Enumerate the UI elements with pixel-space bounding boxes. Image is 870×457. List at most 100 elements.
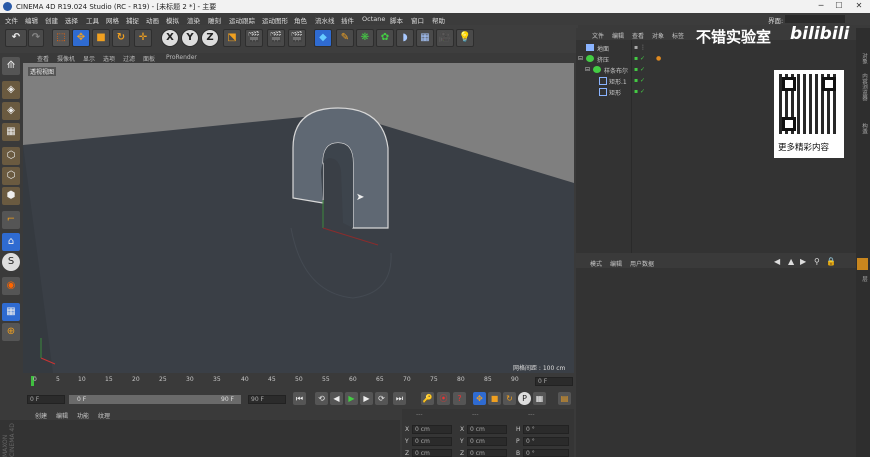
minimize-button[interactable]: ─	[812, 1, 830, 12]
forward-arrow-icon[interactable]: ▶	[800, 257, 806, 266]
menu-tools[interactable]: 工具	[86, 15, 99, 25]
cube-primitive-icon[interactable]: ◆	[314, 29, 332, 47]
timeline[interactable]: 0 5 10 15 20 25 30 35 40 45 50 55 60 65 …	[23, 374, 575, 390]
size-y-field[interactable]: 0 cm	[467, 437, 507, 446]
rotation-p-field[interactable]: 0 °	[523, 437, 569, 446]
viewport-menu-cameras[interactable]: 摄像机	[57, 54, 75, 63]
play-icon[interactable]: ▶	[345, 392, 358, 405]
move-tool-icon[interactable]: ✥	[72, 29, 90, 47]
key-scale-icon[interactable]: ■	[488, 392, 501, 405]
side-tab-layers[interactable]: 层	[858, 276, 868, 282]
back-arrow-icon[interactable]: ◀	[774, 257, 780, 266]
rotation-b-field[interactable]: 0 °	[523, 449, 569, 457]
key-pla-icon[interactable]: ▦	[533, 392, 546, 405]
floor-icon[interactable]: ▦	[416, 29, 434, 47]
om-menu-objects[interactable]: 对象	[652, 31, 664, 40]
key-position-icon[interactable]: ✥	[473, 392, 486, 405]
current-frame-field[interactable]: 0 F	[535, 377, 573, 386]
workplane-icon[interactable]: ▦	[2, 123, 20, 141]
attr-menu-user-data[interactable]: 用户数据	[630, 259, 654, 268]
mat-menu-edit[interactable]: 编辑	[56, 411, 68, 420]
object-row-rectangle-1[interactable]: 矩形.1 ▪ ✓	[576, 77, 751, 86]
object-row-rectangle[interactable]: 矩形 ▪ ✓	[576, 88, 751, 97]
timeline-window-icon[interactable]: ▤	[558, 392, 571, 405]
make-editable-icon[interactable]: ⟰	[2, 57, 20, 75]
menu-file[interactable]: 文件	[5, 15, 18, 25]
x-axis-lock[interactable]: X	[161, 29, 179, 47]
rotation-h-field[interactable]: 0 °	[523, 425, 569, 434]
key-parameter-icon[interactable]: P	[518, 392, 531, 405]
expand-icon[interactable]: ⊟	[585, 66, 590, 73]
om-menu-tags[interactable]: 标签	[672, 31, 684, 40]
array-generator-icon[interactable]: ✿	[376, 29, 394, 47]
menu-animate[interactable]: 动画	[146, 15, 159, 25]
model-mode-icon[interactable]: ◈	[2, 81, 20, 99]
menu-edit[interactable]: 编辑	[25, 15, 38, 25]
recent-tools-icon[interactable]: ✛	[134, 29, 152, 47]
grid-icon[interactable]: ▦	[2, 303, 20, 321]
y-axis-lock[interactable]: Y	[181, 29, 199, 47]
mat-menu-function[interactable]: 功能	[77, 411, 89, 420]
menu-select[interactable]: 选择	[65, 15, 78, 25]
autokey-icon[interactable]: ?	[453, 392, 466, 405]
search-icon[interactable]: ⚲	[814, 257, 820, 266]
tweak-mode-icon[interactable]: ⌂	[2, 233, 20, 251]
menu-character[interactable]: 角色	[294, 15, 307, 25]
render-view-icon[interactable]: 🎬	[245, 29, 263, 47]
menu-plugins[interactable]: 插件	[341, 15, 354, 25]
render-picture-viewer-icon[interactable]: 🎬	[267, 29, 285, 47]
end-frame-field[interactable]: 90 F	[248, 395, 286, 404]
menu-snap[interactable]: 捕捉	[126, 15, 139, 25]
position-x-field[interactable]: 0 cm	[412, 425, 452, 434]
menu-pipeline[interactable]: 流水线	[315, 15, 335, 25]
close-button[interactable]: ✕	[850, 1, 868, 12]
side-tab-objects[interactable]: 对象	[858, 53, 868, 64]
expand-icon[interactable]: ⊟	[578, 55, 583, 62]
live-select-icon[interactable]: ⬚	[52, 29, 70, 47]
material-tag-icon[interactable]: ●	[656, 55, 661, 62]
menu-mograph[interactable]: 运动图形	[262, 15, 288, 25]
visibility-icon[interactable]: ▪ ✓	[634, 55, 645, 62]
camera-icon[interactable]: 🎥	[436, 29, 454, 47]
menu-window[interactable]: 窗口	[411, 15, 424, 25]
viewport-menu-filter[interactable]: 过滤	[123, 54, 135, 63]
menu-render[interactable]: 渲染	[187, 15, 200, 25]
start-frame-field[interactable]: 0 F	[27, 395, 65, 404]
size-x-field[interactable]: 0 cm	[467, 425, 507, 434]
visibility-icon[interactable]: ▪ ✓	[634, 77, 645, 84]
coordinate-system-icon[interactable]: ⬔	[223, 29, 241, 47]
attr-menu-edit[interactable]: 编辑	[610, 259, 622, 268]
keyframe-selection-icon[interactable]: 🔑	[421, 392, 434, 405]
object-row-extrude[interactable]: ⊟ 挤压 ▪ ✓ ●	[576, 55, 751, 64]
axis-mode-icon[interactable]: ⌐	[2, 211, 20, 229]
menu-create[interactable]: 创建	[45, 15, 58, 25]
object-row-spline-boole[interactable]: ⊟ 样条布尔 ▪ ✓	[576, 66, 751, 75]
light-icon[interactable]: 💡	[456, 29, 474, 47]
deformer-icon[interactable]: ◗	[396, 29, 414, 47]
menu-sculpt[interactable]: 雕刻	[208, 15, 221, 25]
menu-script[interactable]: 脚本	[390, 15, 403, 25]
magnet-icon[interactable]: ◉	[2, 277, 20, 295]
om-menu-edit[interactable]: 编辑	[612, 31, 624, 40]
viewport-menu-panel[interactable]: 面板	[143, 54, 155, 63]
menu-octane[interactable]: Octane	[362, 15, 385, 23]
key-rotation-icon[interactable]: ↻	[503, 392, 516, 405]
om-menu-view[interactable]: 查看	[632, 31, 644, 40]
perspective-viewport[interactable]: 查看 摄像机 显示 选项 过滤 面板 ProRender ➤ 透视视图 网格间距…	[23, 53, 574, 373]
mat-menu-texture[interactable]: 纹理	[98, 411, 110, 420]
visibility-icon[interactable]: ▪ ✓	[634, 66, 645, 73]
polygons-mode-icon[interactable]: ⬢	[2, 187, 20, 205]
visibility-icon[interactable]: ▪ ✓	[634, 88, 645, 95]
edges-mode-icon[interactable]: ⬡	[2, 167, 20, 185]
menu-motion-tracking[interactable]: 运动跟踪	[229, 15, 255, 25]
viewport-menu-prorender[interactable]: ProRender	[166, 54, 197, 61]
attr-menu-mode[interactable]: 模式	[590, 259, 602, 268]
subdivision-icon[interactable]: ❋	[356, 29, 374, 47]
z-axis-lock[interactable]: Z	[201, 29, 219, 47]
snap-icon[interactable]: S	[2, 253, 20, 271]
previous-key-icon[interactable]: ⟲	[315, 392, 328, 405]
side-tab-structure[interactable]: 构造	[858, 123, 868, 134]
undo-icon[interactable]: ↶	[5, 29, 27, 47]
next-frame-icon[interactable]: ▶	[360, 392, 373, 405]
position-z-field[interactable]: 0 cm	[412, 449, 452, 457]
